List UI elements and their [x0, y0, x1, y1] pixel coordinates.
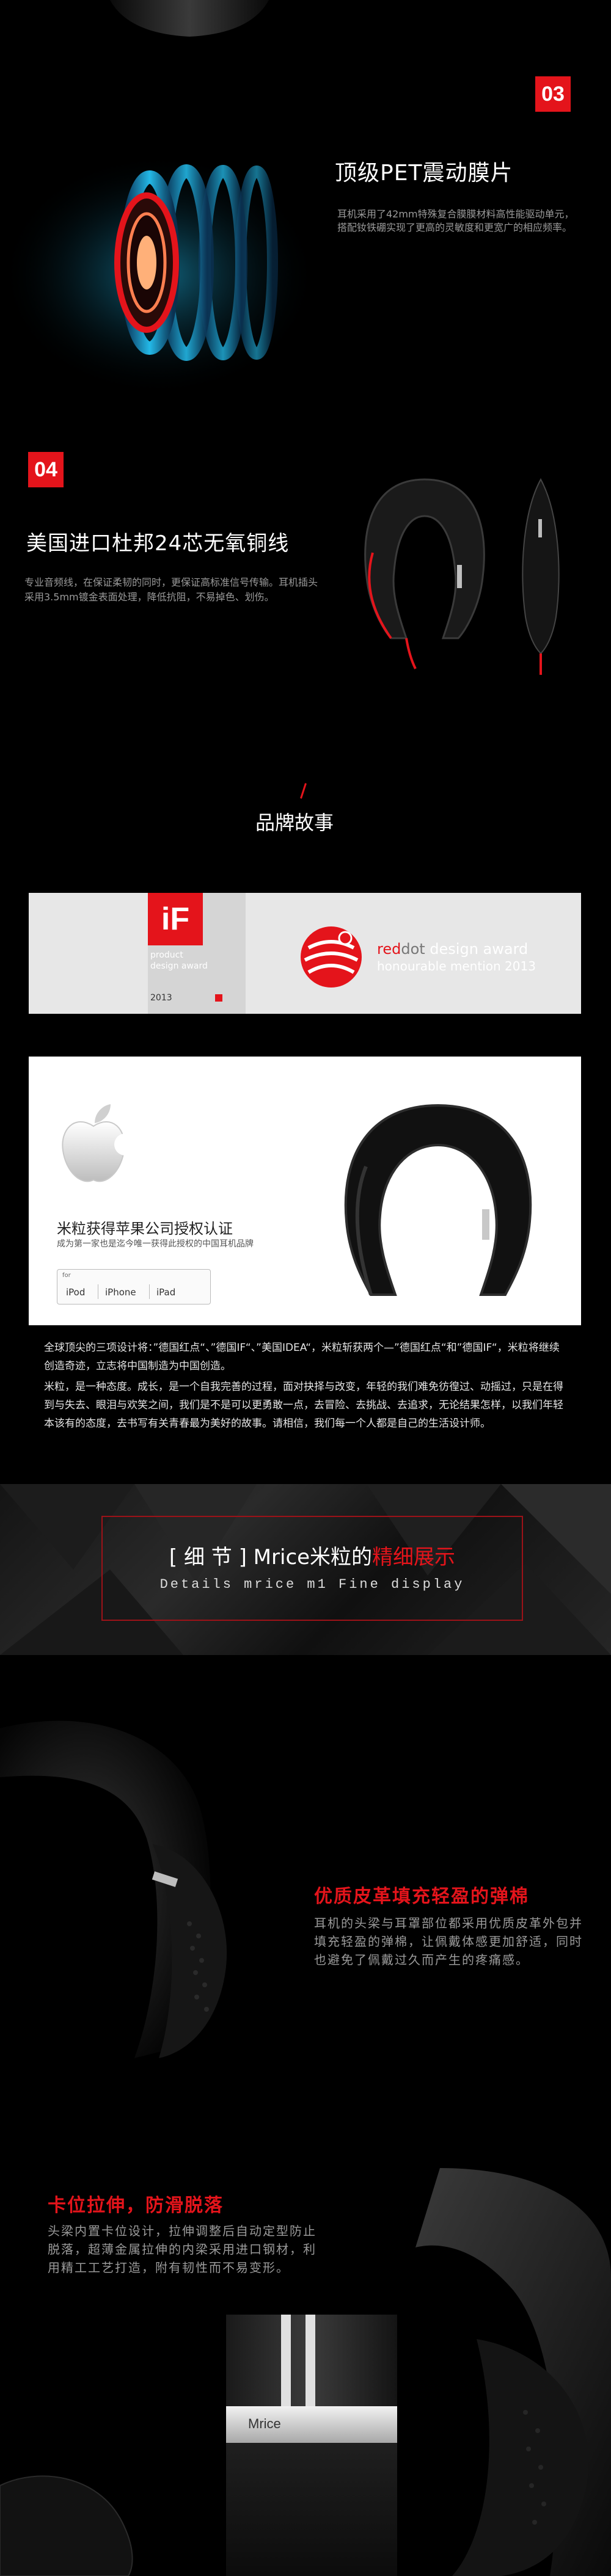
- section-description: 耳机采用了42mm特殊复合膜膜材料高性能驱动单元，搭配钕铁硼实现了更高的灵敏度和…: [337, 208, 574, 233]
- section-copper-wire: 04 美国进口杜邦24芯无氧铜线 专业音频线，在保证柔韧的同时，更保证高标准信号…: [0, 415, 611, 733]
- if-red-mark: [215, 994, 222, 1002]
- made-for-label: for: [62, 1272, 71, 1279]
- section-feature-leather: 优质皮革填充轻盈的弹棉 耳机的头梁与耳罩部位都采用优质皮革外包并填充轻盈的弹棉，…: [0, 1655, 611, 2107]
- details-subtitle: Details mrice m1 Fine display: [159, 1577, 465, 1592]
- brand-story-paragraph-1: 全球顶尖的三项设计将：”德国红点“、”德国IF“、”美国IDEA“，米粒斩获两个…: [44, 1342, 560, 1372]
- details-title-bracket: [ 细 节 ]: [169, 1545, 247, 1570]
- details-title-red: 精细展示: [372, 1545, 456, 1570]
- feature-title: 优质皮革填充轻盈的弹棉: [314, 1886, 529, 1907]
- section-details-header: [ 细 节 ] Mrice米粒的精细展示 Details mrice m1 Fi…: [0, 1484, 611, 1655]
- slider-stripe: [306, 2315, 315, 2406]
- headphone-product-front: [364, 478, 485, 669]
- reddot-logo-icon: [301, 926, 362, 988]
- headphone-top-fragment: [110, 0, 269, 37]
- if-logo: iF: [148, 893, 203, 945]
- reddot-title: reddot design award: [377, 941, 528, 958]
- title-accent: [300, 783, 307, 799]
- apple-logo-icon: [62, 1104, 130, 1182]
- headphone-cup-bottom-left: [0, 2475, 133, 2576]
- section-number-badge: 04: [28, 452, 64, 487]
- section-feature-slide: 卡位拉伸，防滑脱落 头梁内置卡位设计，拉伸调整后自动定型防止脱落，超薄金属拉伸的…: [0, 2107, 611, 2576]
- brand-story-title: 品牌故事: [255, 811, 334, 834]
- section-title: 美国进口杜邦24芯无氧铜线: [26, 531, 290, 556]
- details-title: [ 细 节 ] Mrice米粒的精细展示: [103, 1540, 522, 1570]
- brand-mark: Mrice: [248, 2416, 281, 2431]
- reddot-subtitle: honourable mention 2013: [377, 959, 536, 973]
- section-number-badge: 03: [535, 76, 571, 112]
- slider-body: [226, 2443, 397, 2576]
- reddot-rest: design award: [425, 941, 529, 958]
- headphone-product-photo: [344, 1104, 532, 1296]
- apple-auth-title: 米粒获得苹果公司授权认证: [57, 1220, 233, 1237]
- slider-stripe: [281, 2315, 291, 2406]
- reddot-dot: dot: [401, 941, 425, 958]
- device-ipod: iPod: [66, 1287, 86, 1298]
- brand-story-paragraph-2: 米粒，是一种态度。成长，是一个自我完善的过程，面对抉择与改变，年轻的我们难免彷徨…: [44, 1381, 563, 1430]
- reddot-red: red: [377, 941, 401, 958]
- device-divider: [149, 1284, 150, 1299]
- slider-closeup: Mrice: [226, 2315, 397, 2576]
- apple-auth-subtitle: 成为第一家也是迄今唯一获得此授权的中国耳机品牌: [57, 1239, 254, 1249]
- if-year: 2013: [150, 993, 172, 1003]
- if-award: iF product design award 2013: [148, 893, 246, 1014]
- headphone-product-side: [522, 478, 560, 675]
- section-description: 专业音频线，在保证柔韧的同时，更保证高标准信号传输。耳机插头采用3.5mm镀金表…: [24, 577, 318, 603]
- section-title: 顶级PET震动膜片: [335, 161, 513, 186]
- device-iphone: iPhone: [105, 1287, 136, 1298]
- section-pet-diaphragm: 03 顶级PET震动膜片 耳机采用了42mm特殊复合膜膜材料高性能驱动单元，搭配…: [0, 0, 611, 415]
- driver-glow-illustration: [0, 153, 318, 397]
- if-line2: design award: [150, 961, 208, 971]
- award-panel: iF product design award 2013 reddot desi…: [29, 893, 581, 1014]
- apple-auth-panel: 米粒获得苹果公司授权认证 成为第一家也是迄今唯一获得此授权的中国耳机品牌 for…: [29, 1057, 581, 1325]
- details-title-frame: [ 细 节 ] Mrice米粒的精细展示 Details mrice m1 Fi…: [101, 1516, 523, 1621]
- if-line1: product: [150, 950, 183, 960]
- feature-description: 耳机的头梁与耳罩部位都采用优质皮革外包并填充轻盈的弹棉，让佩戴体感更加舒适，同时…: [314, 1916, 583, 1967]
- details-title-mid: Mrice米粒的: [246, 1545, 373, 1570]
- device-ipad: iPad: [156, 1287, 176, 1298]
- section-brand-story: 品牌故事 iF product design award 2013 reddot…: [0, 733, 611, 1484]
- headphone-closeup-leather: [0, 1720, 227, 2058]
- feature-title: 卡位拉伸，防滑脱落: [48, 2195, 224, 2216]
- made-for-badge: for iPod iPhone iPad: [57, 1269, 211, 1304]
